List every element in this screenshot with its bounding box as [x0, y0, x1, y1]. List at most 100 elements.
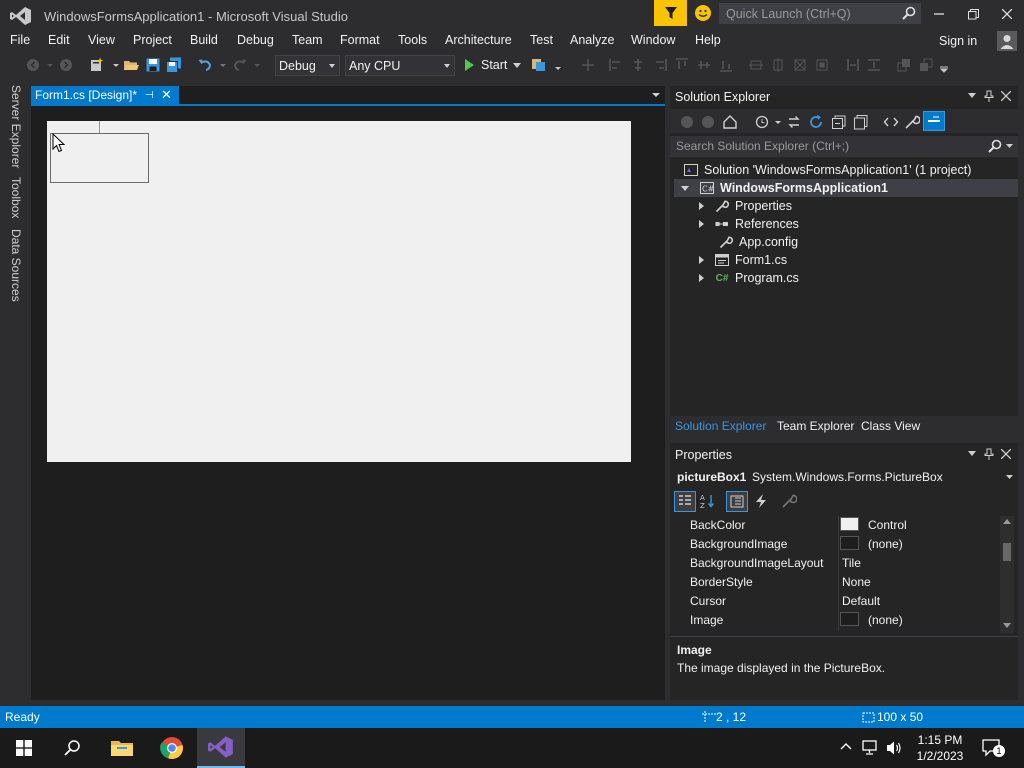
network-icon[interactable]: [862, 740, 880, 756]
sign-in-link[interactable]: Sign in: [939, 34, 977, 48]
restore-button[interactable]: [961, 3, 985, 25]
taskbar-search-button[interactable]: [48, 728, 96, 768]
chevron-down-icon[interactable]: [968, 93, 976, 99]
scrollbar-thumb[interactable]: [1003, 543, 1011, 561]
open-folder-icon[interactable]: [123, 57, 139, 73]
volume-icon[interactable]: [886, 740, 904, 756]
property-row-borderstyle[interactable]: BorderStyle None: [670, 573, 1000, 592]
property-row-cursor[interactable]: Cursor Default: [670, 592, 1000, 611]
property-value[interactable]: (none): [868, 537, 903, 551]
close-window-button[interactable]: [995, 3, 1019, 25]
vertical-spacing-icon[interactable]: [866, 57, 882, 73]
menu-team[interactable]: Team: [292, 33, 323, 47]
avatar[interactable]: [997, 31, 1017, 51]
tree-item-form1[interactable]: Form1.cs: [699, 251, 787, 269]
taskbar-clock[interactable]: 1:15 PM 1/2/2023: [914, 732, 966, 764]
align-bottoms-icon[interactable]: [718, 57, 734, 73]
menu-test[interactable]: Test: [530, 33, 553, 47]
menu-analyze[interactable]: Analyze: [570, 33, 614, 47]
new-project-icon[interactable]: [89, 57, 105, 73]
alphabetical-icon[interactable]: AZ: [700, 493, 716, 509]
feedback-smiley-icon[interactable]: [694, 4, 712, 22]
property-value[interactable]: Control: [868, 518, 907, 532]
property-pages-wrench-icon[interactable]: [781, 493, 797, 509]
expander-expanded-icon[interactable]: [681, 185, 689, 191]
document-list-dropdown-icon[interactable]: [652, 93, 660, 97]
show-hidden-icons-chevron-icon[interactable]: [840, 742, 852, 750]
size-to-grid-icon[interactable]: [814, 57, 830, 73]
quick-launch-input[interactable]: Quick Launch (Ctrl+Q): [719, 3, 921, 24]
scroll-down-icon[interactable]: [1003, 623, 1011, 628]
forward-icon[interactable]: [700, 114, 716, 130]
menu-file[interactable]: File: [10, 33, 30, 47]
property-value[interactable]: (none): [868, 613, 903, 627]
wrench-icon[interactable]: [904, 114, 920, 130]
layout-align-icon[interactable]: [580, 57, 596, 73]
expander-collapsed-icon[interactable]: [699, 220, 704, 228]
close-icon[interactable]: ✕: [161, 87, 172, 103]
chevron-down-icon[interactable]: [42, 57, 58, 73]
menu-edit[interactable]: Edit: [48, 33, 70, 47]
property-row-backgroundimagelayout[interactable]: BackgroundImageLayout Tile: [670, 554, 1000, 573]
navigate-forward-icon[interactable]: [58, 57, 74, 73]
chevron-down-icon[interactable]: [215, 57, 231, 73]
start-debugging-button[interactable]: Start: [464, 56, 522, 74]
property-value[interactable]: None: [842, 575, 871, 589]
categorized-button[interactable]: [674, 491, 696, 512]
tab-solution-explorer[interactable]: Solution Explorer: [675, 419, 766, 433]
show-all-files-icon[interactable]: [853, 114, 869, 130]
menu-help[interactable]: Help: [695, 33, 721, 47]
server-explorer-tab[interactable]: Server Explorer: [9, 85, 23, 168]
pending-changes-filter-icon[interactable]: [754, 114, 770, 130]
taskbar-file-explorer[interactable]: [98, 728, 146, 768]
start-button[interactable]: [0, 728, 48, 768]
tab-form1-design[interactable]: Form1.cs [Design]* ⊣ ✕: [31, 86, 179, 105]
back-icon[interactable]: [679, 114, 695, 130]
chevron-down-icon[interactable]: [1006, 144, 1013, 149]
menu-project[interactable]: Project: [133, 33, 172, 47]
scroll-up-icon[interactable]: [1003, 519, 1011, 524]
solution-explorer-search-input[interactable]: Search Solution Explorer (Ctrl+;): [670, 136, 1018, 157]
property-object-select[interactable]: pictureBox1 System.Windows.Forms.Picture…: [672, 467, 1018, 487]
sync-with-document-icon[interactable]: [786, 114, 802, 130]
expander-collapsed-icon[interactable]: [699, 202, 704, 210]
expander-collapsed-icon[interactable]: [699, 274, 704, 282]
close-icon[interactable]: [1001, 449, 1011, 459]
expander-collapsed-icon[interactable]: [699, 256, 704, 264]
tree-item-app-config[interactable]: App.config: [719, 233, 798, 251]
home-icon[interactable]: [722, 114, 738, 130]
refresh-icon[interactable]: [808, 114, 824, 130]
menu-build[interactable]: Build: [190, 33, 218, 47]
align-rights-icon[interactable]: [652, 57, 668, 73]
tree-item-project[interactable]: C# WindowsFormsApplication1: [681, 179, 888, 197]
chevron-down-icon[interactable]: [550, 57, 566, 73]
collapse-all-icon[interactable]: [831, 114, 847, 130]
pin-icon[interactable]: ⊣: [145, 90, 154, 101]
minimize-button[interactable]: [927, 3, 951, 25]
menu-tools[interactable]: Tools: [398, 33, 427, 47]
align-tops-icon[interactable]: [674, 57, 690, 73]
close-icon[interactable]: [1001, 91, 1011, 101]
save-all-icon[interactable]: [166, 57, 182, 73]
save-icon[interactable]: [145, 57, 161, 73]
menu-format[interactable]: Format: [340, 33, 380, 47]
property-row-backgroundimage[interactable]: BackgroundImage (none): [670, 535, 1000, 554]
redo-icon[interactable]: [232, 57, 248, 73]
undo-icon[interactable]: [197, 57, 213, 73]
send-to-back-icon[interactable]: [918, 57, 934, 73]
tab-team-explorer[interactable]: Team Explorer: [777, 419, 854, 433]
chevron-down-icon[interactable]: [968, 451, 976, 457]
solution-configuration-select[interactable]: Debug: [275, 55, 340, 76]
events-lightning-icon[interactable]: [753, 493, 769, 509]
property-value[interactable]: Default: [842, 594, 880, 608]
properties-scrollbar[interactable]: [1000, 516, 1014, 633]
taskbar-visual-studio[interactable]: [197, 728, 245, 768]
navigate-back-icon[interactable]: [25, 57, 41, 73]
menu-architecture[interactable]: Architecture: [445, 33, 512, 47]
data-sources-tab[interactable]: Data Sources: [9, 229, 23, 302]
make-same-width-icon[interactable]: [748, 57, 764, 73]
menu-window[interactable]: Window: [631, 33, 675, 47]
pin-icon[interactable]: [984, 448, 994, 460]
bring-to-front-icon[interactable]: [896, 57, 912, 73]
preview-selected-items-button[interactable]: [923, 111, 945, 131]
